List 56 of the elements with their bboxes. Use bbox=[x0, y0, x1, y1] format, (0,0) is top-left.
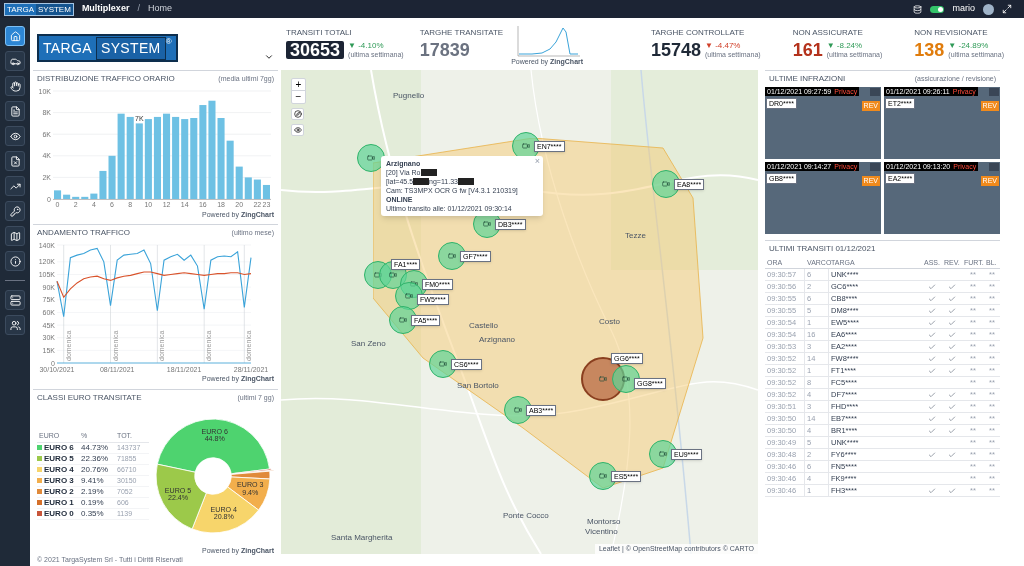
panel-title: DISTRIBUZIONE TRAFFICO ORARIO bbox=[37, 73, 175, 85]
zoom-in-button[interactable]: + bbox=[292, 79, 305, 91]
table-cell: EURO 5 bbox=[44, 453, 74, 464]
place-label: Costo bbox=[599, 316, 620, 328]
kpi-change: ▼ -4.47% bbox=[705, 42, 742, 50]
table-cell-text: 44.73% bbox=[80, 442, 110, 453]
table-cell-text: 0.19% bbox=[80, 497, 105, 508]
slice-label: EURO 6 44.8% bbox=[201, 427, 228, 443]
place-label: San Bortolo bbox=[457, 380, 499, 392]
kpi-label: NON ASSICURATE bbox=[792, 29, 864, 37]
kpi-change: ▼ -8.24% bbox=[826, 42, 864, 50]
table-cell: EURO 2 bbox=[44, 486, 74, 497]
table-cell: EURO 1 bbox=[44, 497, 74, 508]
targa-system-logo[interactable]: TARGA SYSTEM ® bbox=[37, 34, 178, 62]
place-label: Montorso bbox=[587, 516, 621, 528]
panel-title: ULTIME INFRAZIONI bbox=[769, 73, 846, 85]
panel-title: CLASSI EURO TRANSITATE bbox=[37, 392, 142, 404]
kpi-value: 30653 bbox=[286, 41, 345, 59]
user-name[interactable]: mario bbox=[952, 2, 975, 16]
kpi-value: 17839 bbox=[419, 41, 470, 59]
table-cell-text: 22.36% bbox=[80, 453, 110, 464]
table-cell-text: 2.19% bbox=[80, 486, 105, 497]
panel-title: ULTIMI TRANSITI 01/12/2021 bbox=[769, 243, 876, 255]
place-label: Castello bbox=[469, 320, 498, 332]
kpi-value: 161 bbox=[792, 41, 823, 59]
table-cell: EURO 3 bbox=[44, 475, 74, 486]
place-label: Santa Margherita bbox=[331, 532, 393, 544]
place-label: Vicentino bbox=[585, 526, 618, 538]
kpi-change: ▼ -4.10% bbox=[348, 42, 385, 50]
table-cell-text: 20.76% bbox=[80, 464, 110, 475]
slice-label: EURO 3 9.4% bbox=[237, 480, 264, 497]
table-cell: EURO 6 bbox=[44, 442, 74, 453]
kpi-label: TARGHE CONTROLLATE bbox=[650, 29, 746, 37]
place-label: Pugnello bbox=[393, 90, 425, 102]
zoom-out-button[interactable]: − bbox=[292, 91, 305, 103]
kpi-value: 138 bbox=[914, 41, 945, 59]
slice-label: EURO 4 20.8% bbox=[210, 505, 238, 521]
place-label: Ponte Cocco bbox=[503, 510, 549, 522]
brand-logo[interactable]: TARGA SYSTEM bbox=[4, 2, 74, 16]
kpi-label: TARGHE TRANSITATE bbox=[419, 29, 504, 37]
kpi-change: ▼ -24.89% bbox=[948, 42, 990, 50]
place-label: Tezze bbox=[625, 230, 646, 242]
kpi-label: NON REVISIONATE bbox=[914, 29, 989, 37]
table-cell: EURO 0 bbox=[44, 508, 74, 519]
panel-title: ANDAMENTO TRAFFICO bbox=[37, 227, 131, 239]
table-cell: EURO 4 bbox=[44, 464, 74, 475]
kpi-value: 15748 bbox=[650, 41, 701, 59]
place-label: Arzignano bbox=[479, 334, 516, 346]
kpi-label: TRANSITI TOTALI bbox=[286, 29, 353, 37]
table-cell-text: 0.35% bbox=[80, 508, 105, 519]
app-title[interactable]: Multiplexer bbox=[81, 2, 130, 16]
breadcrumb-page[interactable]: Home bbox=[147, 2, 172, 16]
slice-label: EURO 5 22.4% bbox=[164, 486, 192, 502]
breadcrumb-separator: / bbox=[137, 2, 140, 16]
table-cell-text: 9.41% bbox=[80, 475, 105, 486]
place-label: San Zeno bbox=[351, 338, 386, 350]
